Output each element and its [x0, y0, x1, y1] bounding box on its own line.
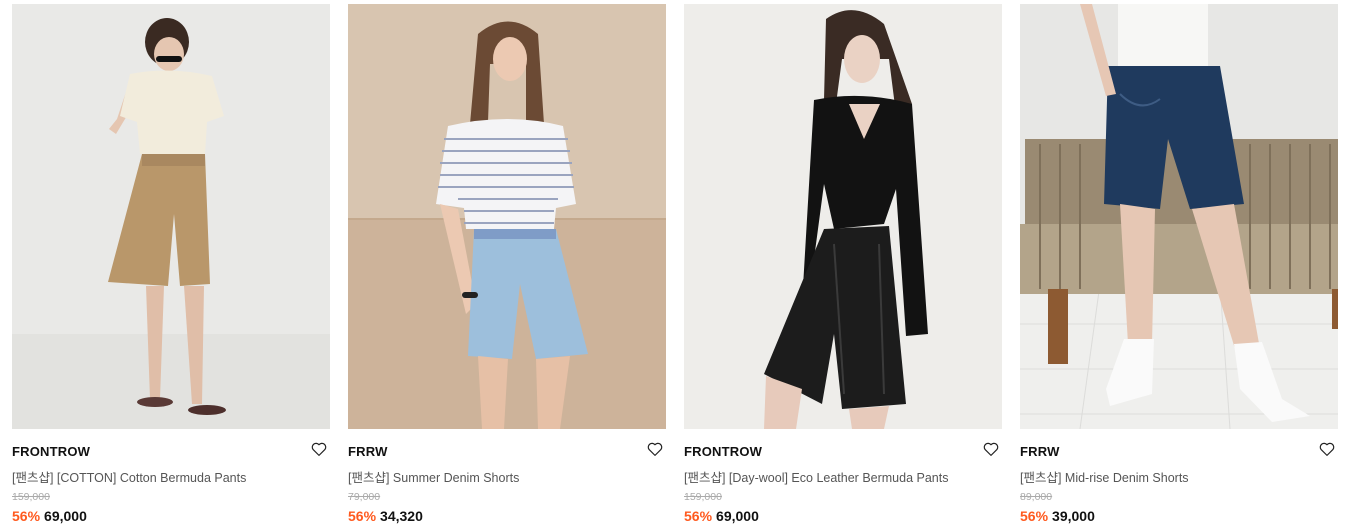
product-name[interactable]: [팬츠샵] Summer Denim Shorts: [348, 467, 519, 486]
product-brand[interactable]: FRONTROW: [684, 444, 762, 459]
discount-rate: 56%: [348, 508, 377, 524]
discount-rate: 56%: [1020, 508, 1049, 524]
product-card[interactable]: FRRW [팬츠샵] Mid-rise Denim Shorts 89,000 …: [1020, 4, 1338, 527]
product-image[interactable]: [684, 4, 1002, 429]
product-card[interactable]: FRRW [팬츠샵] Summer Denim Shorts 79,000 56…: [348, 4, 666, 527]
price-row: 56% 69,000: [684, 508, 759, 524]
product-image[interactable]: [1020, 4, 1338, 429]
original-price: 89,000: [1020, 491, 1053, 503]
discount-rate: 56%: [12, 508, 41, 524]
sale-price: 69,000: [716, 508, 759, 524]
product-info: FRRW [팬츠샵] Summer Denim Shorts 79,000 56…: [348, 429, 666, 527]
product-brand[interactable]: FRRW: [1020, 444, 1060, 459]
price-row: 56% 69,000: [12, 508, 87, 524]
heart-outline-icon[interactable]: [646, 440, 664, 458]
product-card[interactable]: FRONTROW [팬츠샵] [COTTON] Cotton Bermuda P…: [12, 4, 330, 527]
discount-rate: 56%: [684, 508, 713, 524]
product-card[interactable]: FRONTROW [팬츠샵] [Day-wool] Eco Leather Be…: [684, 4, 1002, 527]
sale-price: 39,000: [1052, 508, 1095, 524]
product-name[interactable]: [팬츠샵] [COTTON] Cotton Bermuda Pants: [12, 467, 246, 486]
product-info: FRONTROW [팬츠샵] [COTTON] Cotton Bermuda P…: [12, 429, 330, 527]
sale-price: 34,320: [380, 508, 423, 524]
heart-outline-icon[interactable]: [982, 440, 1000, 458]
original-price: 159,000: [684, 491, 722, 503]
heart-outline-icon[interactable]: [1318, 440, 1336, 458]
product-info: FRRW [팬츠샵] Mid-rise Denim Shorts 89,000 …: [1020, 429, 1338, 527]
product-brand[interactable]: FRONTROW: [12, 444, 90, 459]
product-image[interactable]: [12, 4, 330, 429]
price-row: 56% 39,000: [1020, 508, 1095, 524]
product-name[interactable]: [팬츠샵] Mid-rise Denim Shorts: [1020, 467, 1189, 486]
original-price: 79,000: [348, 491, 381, 503]
product-info: FRONTROW [팬츠샵] [Day-wool] Eco Leather Be…: [684, 429, 1002, 527]
original-price: 159,000: [12, 491, 50, 503]
product-name[interactable]: [팬츠샵] [Day-wool] Eco Leather Bermuda Pan…: [684, 467, 948, 486]
product-image[interactable]: [348, 4, 666, 429]
product-grid: FRONTROW [팬츠샵] [COTTON] Cotton Bermuda P…: [12, 4, 1338, 527]
heart-outline-icon[interactable]: [310, 440, 328, 458]
sale-price: 69,000: [44, 508, 87, 524]
price-row: 56% 34,320: [348, 508, 423, 524]
product-brand[interactable]: FRRW: [348, 444, 388, 459]
